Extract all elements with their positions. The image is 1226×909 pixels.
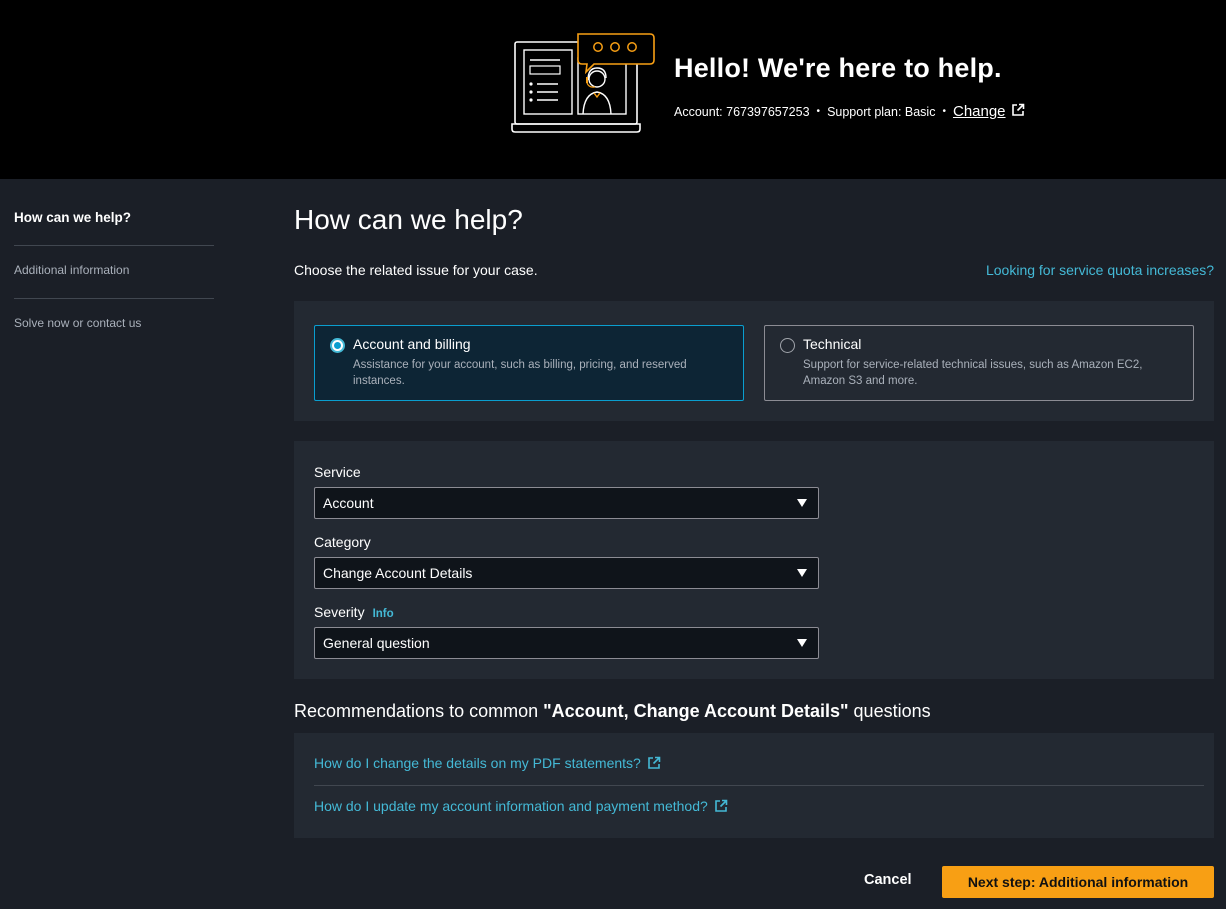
issue-type-panel: Account and billing Assistance for your … xyxy=(294,301,1214,421)
recommendation-link[interactable]: How do I change the details on my PDF st… xyxy=(314,755,661,771)
severity-value: General question xyxy=(323,635,430,651)
service-quota-link[interactable]: Looking for service quota increases? xyxy=(986,262,1214,278)
case-details-form: Service Account Category Change Account … xyxy=(294,441,1214,679)
service-value: Account xyxy=(323,495,374,511)
change-plan-link[interactable]: Change xyxy=(953,103,1006,120)
category-value: Change Account Details xyxy=(323,565,473,581)
recommendation-divider xyxy=(314,785,1204,786)
change-plan-label: Change xyxy=(952,103,1006,120)
tile-description: Support for service-related technical is… xyxy=(803,359,1143,387)
service-label: Service xyxy=(314,464,361,480)
nav-divider xyxy=(14,298,214,299)
tile-title: Technical xyxy=(803,336,862,352)
caret-down-icon xyxy=(797,639,807,647)
support-plan: Support plan: Basic xyxy=(827,104,936,119)
external-link-icon xyxy=(714,799,728,812)
tile-description: Assistance for your account, such as bil… xyxy=(353,359,687,387)
page-subtitle: Choose the related issue for your case. xyxy=(294,262,538,278)
nav-step-solve-now[interactable]: Solve now or contact us xyxy=(14,316,141,330)
radio-technical[interactable] xyxy=(780,338,795,353)
severity-label: Severity xyxy=(314,604,365,620)
recs-title-suffix: questions xyxy=(848,701,931,721)
issue-tile-account-billing[interactable]: Account and billing Assistance for your … xyxy=(314,325,744,401)
recs-title-topic: "Account, Change Account Details" xyxy=(543,701,849,721)
issue-tile-technical[interactable]: Technical Support for service-related te… xyxy=(764,325,1194,401)
radio-account-billing[interactable] xyxy=(330,338,345,353)
nav-step-how-can-we-help[interactable]: How can we help? xyxy=(14,210,131,225)
recommendation-link[interactable]: How do I update my account information a… xyxy=(314,798,728,814)
category-label: Category xyxy=(314,534,371,550)
severity-info-link[interactable]: Info xyxy=(373,608,394,620)
external-link-icon xyxy=(1011,103,1025,120)
next-step-button[interactable]: Next step: Additional information xyxy=(942,866,1214,898)
caret-down-icon xyxy=(797,569,807,577)
recommendation-link-text: How do I change the details on my PDF st… xyxy=(314,755,641,771)
header-title: Hello! We're here to help. xyxy=(674,53,1002,83)
tile-title: Account and billing xyxy=(353,336,471,352)
account-id: Account: 767397657253 xyxy=(674,104,810,119)
recs-title-prefix: Recommendations to common xyxy=(294,701,544,721)
page-header: Hello! We're here to help. Account: 7673… xyxy=(0,0,1226,179)
account-meta: Account: 767397657253 • Support plan: Ba… xyxy=(674,103,1025,120)
recommendation-link-text: How do I update my account information a… xyxy=(314,798,708,814)
support-agent-illustration xyxy=(510,30,658,136)
category-select[interactable]: Change Account Details xyxy=(314,557,819,589)
separator: • xyxy=(816,106,821,117)
nav-step-additional-information[interactable]: Additional information xyxy=(14,263,129,277)
recommendations-title: Recommendations to common "Account, Chan… xyxy=(294,701,931,722)
page-title: How can we help? xyxy=(294,204,523,235)
external-link-icon xyxy=(648,756,661,769)
separator: • xyxy=(942,106,946,117)
service-select[interactable]: Account xyxy=(314,487,819,519)
recommendations-panel: How do I change the details on my PDF st… xyxy=(294,733,1214,838)
severity-select[interactable]: General question xyxy=(314,627,819,659)
severity-label-row: Severity Info xyxy=(314,604,394,620)
nav-divider xyxy=(14,245,214,246)
cancel-button[interactable]: Cancel xyxy=(864,872,912,888)
caret-down-icon xyxy=(797,499,807,507)
